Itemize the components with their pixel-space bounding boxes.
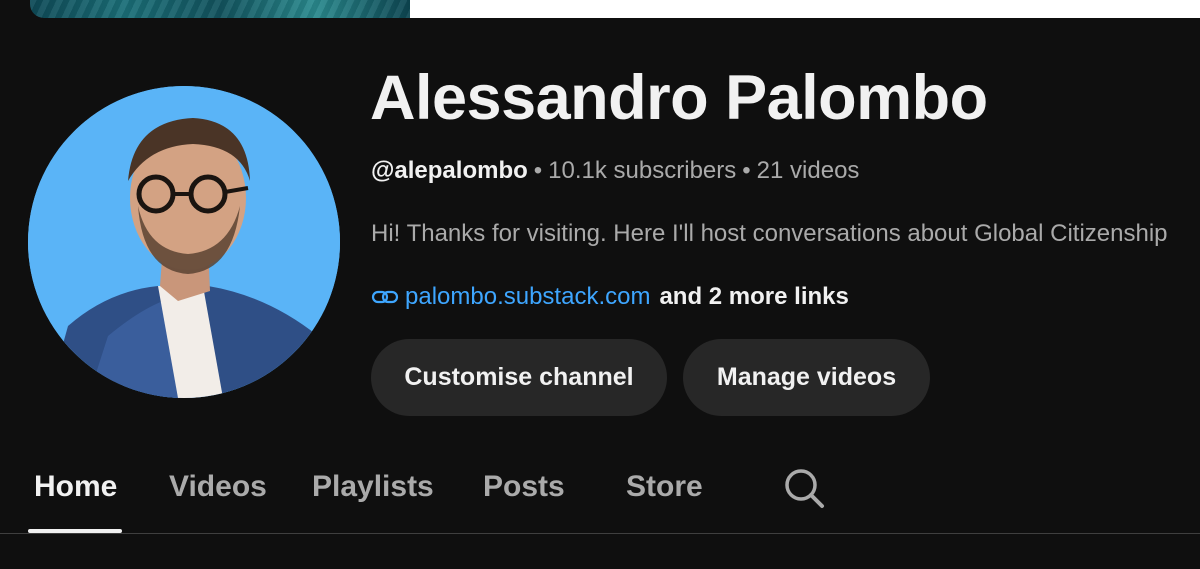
meta-separator: • xyxy=(533,157,543,184)
channel-description[interactable]: Hi! Thanks for visiting. Here I'll host … xyxy=(371,220,1200,248)
channel-banner xyxy=(30,0,410,18)
avatar[interactable] xyxy=(28,86,340,398)
channel-links: palombo.substack.com and 2 more links xyxy=(371,283,849,311)
tab-store[interactable]: Store xyxy=(626,470,703,504)
channel-page: Alessandro Palombo @alepalombo • 10.1k sub… xyxy=(0,0,1200,569)
subscriber-count: 10.1k subscribers xyxy=(548,157,737,184)
meta-separator: • xyxy=(742,157,751,184)
tabs-divider xyxy=(0,533,1200,534)
channel-meta: @alepalombo • 10.1k subscribers • 21 videos xyxy=(371,157,859,185)
more-links-button[interactable]: and 2 more links xyxy=(659,283,848,311)
tab-playlists[interactable]: Playlists xyxy=(312,470,434,504)
video-count: 21 videos xyxy=(756,157,860,184)
avatar-portrait xyxy=(28,86,340,398)
channel-handle: @alepalombo xyxy=(371,157,528,184)
tab-posts[interactable]: Posts xyxy=(483,470,565,504)
tab-home[interactable]: Home xyxy=(34,470,117,504)
channel-link[interactable]: palombo.substack.com xyxy=(405,283,650,311)
channel-tabs: Home Videos Playlists Posts Store xyxy=(0,455,1200,533)
link-icon xyxy=(371,287,399,307)
banner-background xyxy=(410,0,1200,18)
search-icon[interactable] xyxy=(782,466,826,510)
channel-name: Alessandro Palombo xyxy=(370,63,988,133)
manage-videos-button[interactable]: Manage videos xyxy=(683,339,930,416)
tab-videos[interactable]: Videos xyxy=(169,470,267,504)
customise-channel-button[interactable]: Customise channel xyxy=(371,339,667,416)
